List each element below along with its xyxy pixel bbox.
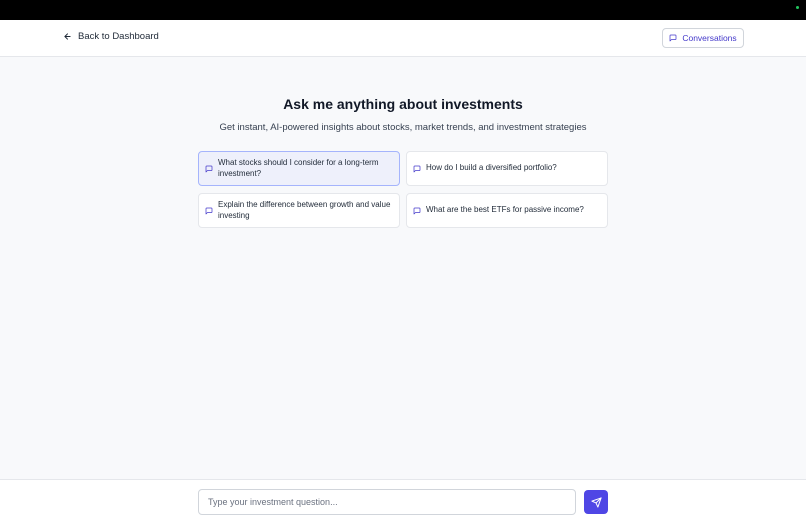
send-icon	[590, 496, 602, 508]
conversations-label: Conversations	[682, 33, 737, 43]
suggestion-text: What are the best ETFs for passive incom…	[426, 205, 584, 215]
suggestion-card[interactable]: Explain the difference between growth an…	[198, 193, 400, 228]
message-square-icon	[669, 34, 677, 42]
arrow-left-icon	[64, 33, 71, 40]
conversations-button[interactable]: Conversations	[662, 28, 744, 48]
send-button[interactable]	[584, 490, 608, 514]
top-bar	[0, 0, 806, 20]
suggestion-text: Explain the difference between growth an…	[218, 200, 391, 220]
suggestion-text: What stocks should I consider for a long…	[218, 158, 379, 178]
message-square-icon	[205, 165, 213, 172]
page-title: Ask me anything about investments	[283, 96, 523, 112]
message-square-icon	[205, 207, 213, 214]
back-to-dashboard-link[interactable]: Back to Dashboard	[63, 31, 159, 42]
composer-bar	[0, 479, 806, 523]
message-square-icon	[413, 165, 421, 172]
status-dot	[796, 6, 799, 9]
question-input[interactable]	[198, 489, 576, 515]
back-to-dashboard-label: Back to Dashboard	[78, 31, 159, 42]
suggestion-text: How do I build a diversified portfolio?	[426, 163, 557, 173]
page-subtitle: Get instant, AI-powered insights about s…	[219, 122, 587, 133]
header: Back to Dashboard Conversations	[0, 20, 806, 57]
suggestion-card[interactable]: How do I build a diversified portfolio?	[406, 151, 608, 186]
suggestion-card[interactable]: What stocks should I consider for a long…	[198, 151, 400, 186]
suggestion-card[interactable]: What are the best ETFs for passive incom…	[406, 193, 608, 228]
message-square-icon	[413, 207, 421, 214]
